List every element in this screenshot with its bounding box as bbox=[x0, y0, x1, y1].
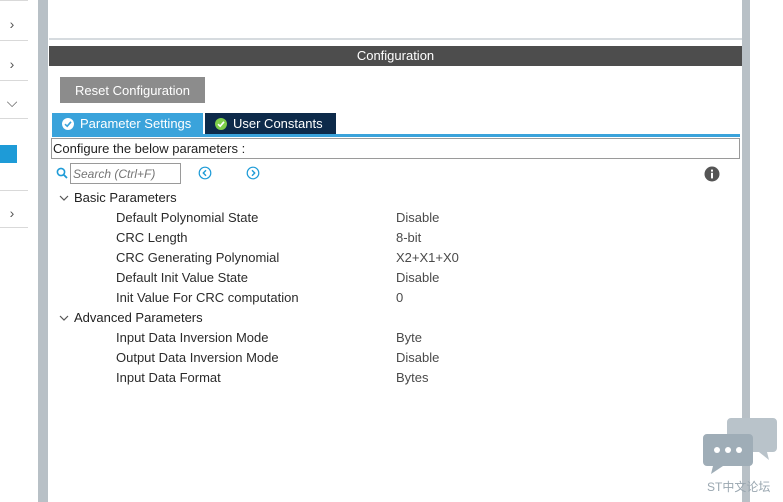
param-value[interactable]: Byte bbox=[396, 328, 422, 348]
forum-watermark: ST中文论坛 bbox=[703, 416, 779, 496]
tab-user-constants[interactable]: User Constants bbox=[205, 113, 336, 134]
chevron-down-icon[interactable] bbox=[58, 192, 70, 204]
description-box: Configure the below parameters : bbox=[51, 138, 740, 159]
tab-label: User Constants bbox=[233, 116, 323, 131]
param-name[interactable]: Default Polynomial State bbox=[116, 208, 258, 228]
param-value[interactable]: X2+X1+X0 bbox=[396, 248, 459, 268]
param-value[interactable]: Disable bbox=[396, 208, 439, 228]
param-value[interactable]: 0 bbox=[396, 288, 403, 308]
param-name[interactable]: CRC Generating Polynomial bbox=[116, 248, 279, 268]
search-icon bbox=[56, 167, 68, 179]
group-label: Advanced Parameters bbox=[74, 310, 203, 325]
param-name[interactable]: Input Data Inversion Mode bbox=[116, 328, 268, 348]
chevron-right-icon[interactable]: › bbox=[2, 14, 22, 34]
sidebar-divider bbox=[0, 227, 28, 228]
mode-panel bbox=[49, 0, 742, 40]
param-name[interactable]: Input Data Format bbox=[116, 368, 221, 388]
param-value[interactable]: 8-bit bbox=[396, 228, 421, 248]
tab-label: Parameter Settings bbox=[80, 116, 192, 131]
sidebar-divider bbox=[0, 0, 28, 1]
sidebar-divider bbox=[0, 118, 28, 119]
group-label: Basic Parameters bbox=[74, 190, 177, 205]
group-basic-parameters[interactable]: Basic Parameters bbox=[58, 188, 177, 208]
tab-parameter-settings[interactable]: Parameter Settings bbox=[52, 113, 203, 134]
arrow-left-circle-icon[interactable] bbox=[198, 166, 212, 180]
chat-bubbles-icon bbox=[703, 418, 777, 474]
sidebar-divider bbox=[0, 80, 28, 81]
param-name[interactable]: Init Value For CRC computation bbox=[116, 288, 299, 308]
chevron-right-icon[interactable]: › bbox=[2, 203, 22, 223]
param-value[interactable]: Bytes bbox=[396, 368, 429, 388]
configuration-header: Configuration bbox=[49, 46, 742, 66]
check-circle-icon bbox=[62, 117, 74, 130]
info-icon[interactable] bbox=[704, 166, 720, 182]
param-name[interactable]: Default Init Value State bbox=[116, 268, 248, 288]
sidebar-divider bbox=[0, 190, 28, 191]
reset-configuration-button[interactable]: Reset Configuration bbox=[60, 77, 205, 103]
arrow-right-circle-icon[interactable] bbox=[246, 166, 260, 180]
panel-splitter[interactable] bbox=[38, 0, 48, 502]
param-name[interactable]: CRC Length bbox=[116, 228, 188, 248]
sidebar-divider bbox=[0, 40, 28, 41]
chevron-down-icon[interactable] bbox=[58, 312, 70, 324]
tab-underline bbox=[52, 134, 740, 137]
search-input[interactable] bbox=[70, 163, 181, 184]
chevron-right-icon[interactable]: › bbox=[2, 54, 22, 74]
param-value[interactable]: Disable bbox=[396, 268, 439, 288]
left-sidebar: › › ⌵ › bbox=[0, 0, 28, 502]
chevron-down-icon[interactable]: ⌵ bbox=[2, 92, 22, 112]
group-advanced-parameters[interactable]: Advanced Parameters bbox=[58, 308, 203, 328]
sidebar-selected-marker[interactable] bbox=[0, 145, 17, 163]
check-circle-icon bbox=[215, 117, 227, 130]
watermark-text: ST中文论坛 bbox=[707, 480, 771, 494]
param-name[interactable]: Output Data Inversion Mode bbox=[116, 348, 279, 368]
param-value[interactable]: Disable bbox=[396, 348, 439, 368]
